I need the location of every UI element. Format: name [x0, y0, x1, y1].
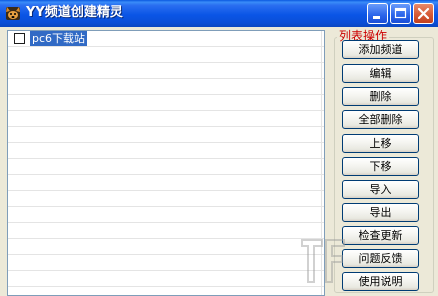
check-update-button[interactable]: 检查更新	[342, 226, 419, 245]
close-icon	[417, 7, 430, 20]
window-title: YY频道创建精灵	[26, 5, 123, 20]
list-item-empty	[8, 191, 324, 207]
row-label: pc6下载站	[30, 31, 88, 46]
move-up-button[interactable]: 上移	[342, 134, 419, 153]
export-button[interactable]: 导出	[342, 203, 419, 222]
feedback-button[interactable]: 问题反馈	[342, 249, 419, 268]
maximize-button[interactable]	[390, 3, 411, 24]
list-item-empty	[8, 47, 324, 63]
list-item-empty	[8, 159, 324, 175]
delete-all-button[interactable]: 全部删除	[342, 110, 419, 129]
list-item-empty	[8, 255, 324, 271]
list-item-empty	[8, 143, 324, 159]
list-item-empty	[8, 175, 324, 191]
help-button[interactable]: 使用说明	[342, 272, 419, 291]
channel-list[interactable]: pc6下载站	[7, 30, 325, 296]
list-item-empty	[8, 63, 324, 79]
list-item-empty	[8, 271, 324, 287]
list-item-empty	[8, 127, 324, 143]
close-button[interactable]	[413, 3, 434, 24]
row-checkbox[interactable]	[14, 33, 25, 44]
minimize-button[interactable]	[367, 3, 388, 24]
move-down-button[interactable]: 下移	[342, 157, 419, 176]
list-item-empty	[8, 79, 324, 95]
delete-button[interactable]: 删除	[342, 87, 419, 106]
maximize-icon	[394, 7, 407, 19]
list-item[interactable]: pc6下载站	[8, 31, 324, 47]
list-item-empty	[8, 239, 324, 255]
list-item-empty	[8, 207, 324, 223]
list-item-empty	[8, 95, 324, 111]
list-item-empty	[8, 111, 324, 127]
list-item-empty	[8, 223, 324, 239]
watermark-logo	[296, 232, 352, 292]
add-channel-button[interactable]: 添加频道	[342, 40, 419, 59]
import-button[interactable]: 导入	[342, 180, 419, 199]
dog-app-icon	[5, 5, 21, 21]
title-bar[interactable]: YY频道创建精灵	[0, 0, 438, 27]
minimize-icon	[373, 16, 380, 19]
app-window: YY频道创建精灵 pc6下载站 列表操作 添加频道 编辑 删除 全部删除 上移 …	[0, 0, 438, 296]
edit-button[interactable]: 编辑	[342, 64, 419, 83]
